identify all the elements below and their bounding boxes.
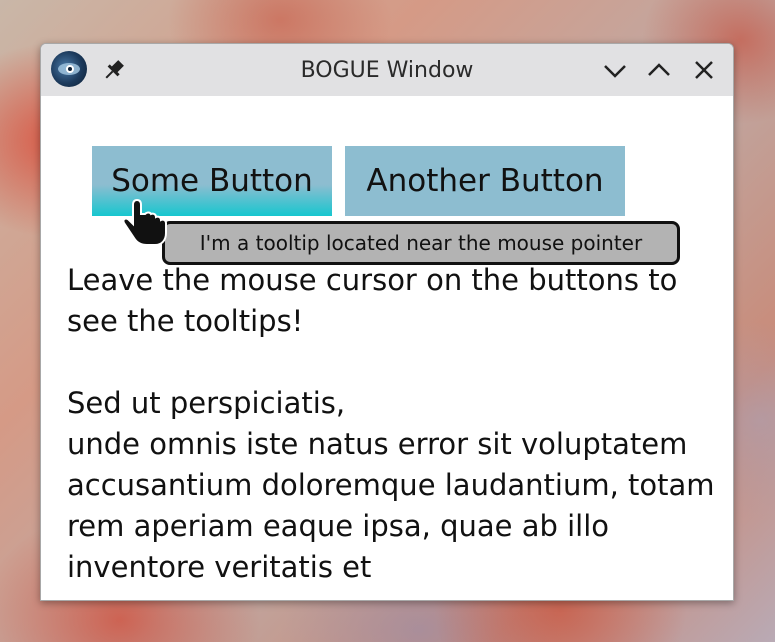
- another-button[interactable]: Another Button: [345, 146, 625, 216]
- close-icon: [695, 61, 713, 79]
- intro-text: Leave the mouse cursor on the buttons to…: [67, 263, 678, 338]
- lorem-heading-line: Sed ut perspiciatis,: [67, 386, 346, 420]
- window-title: BOGUE Window: [300, 58, 474, 83]
- hand-pointer-cursor-icon: [122, 198, 167, 246]
- title-bar[interactable]: BOGUE Window: [41, 44, 733, 96]
- minimize-button[interactable]: [601, 56, 629, 84]
- chevron-down-icon: [604, 65, 626, 78]
- tooltip: I'm a tooltip located near the mouse poi…: [162, 221, 680, 265]
- close-button[interactable]: [690, 56, 718, 84]
- lorem-text: unde omnis iste natus error sit voluptat…: [67, 427, 715, 584]
- window-content: Some Button Another Button Leave the mou…: [41, 96, 733, 600]
- body-text: Leave the mouse cursor on the buttons to…: [67, 260, 717, 588]
- app-window: BOGUE Window Some Button Another Button …: [40, 43, 734, 601]
- maximize-button[interactable]: [645, 56, 673, 84]
- chevron-up-icon: [648, 63, 670, 76]
